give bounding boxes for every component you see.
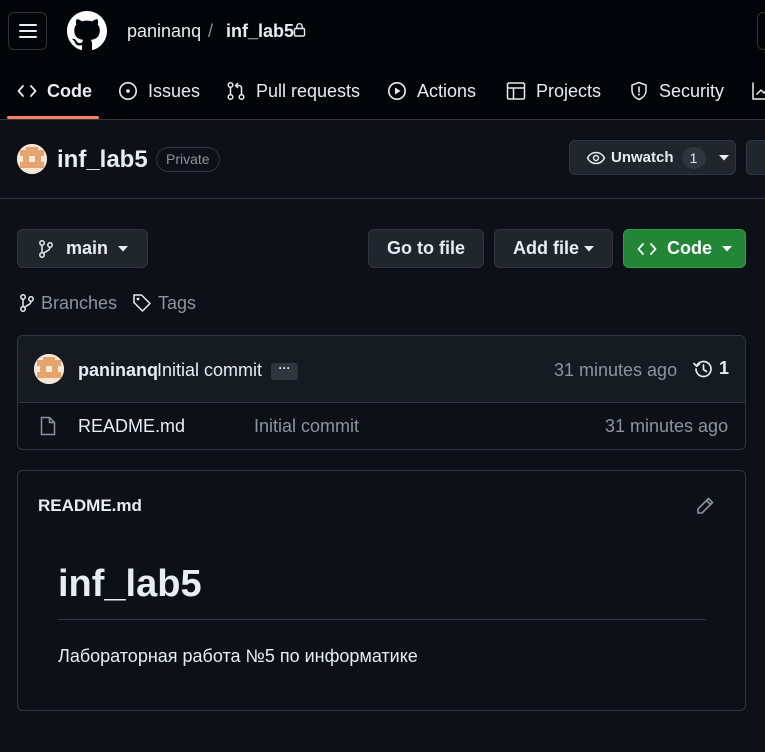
commit-author-link[interactable]: paninanq xyxy=(78,360,158,381)
table-row[interactable]: README.md Initial commit 31 minutes ago xyxy=(18,403,745,449)
chevron-down-icon xyxy=(722,245,732,251)
chevron-down-icon xyxy=(118,245,129,251)
tab-code[interactable]: Code xyxy=(17,76,92,106)
commit-message-link[interactable]: Initial commit xyxy=(157,360,262,381)
hamburger-icon xyxy=(18,24,37,38)
shield-icon xyxy=(631,81,647,101)
repo-title[interactable]: inf_lab5 xyxy=(57,146,148,174)
commit-count: 1 xyxy=(719,358,730,378)
readme-heading: inf_lab5 xyxy=(58,563,202,605)
breadcrumb-repo[interactable]: inf_lab5 xyxy=(226,20,294,42)
code-icon xyxy=(17,85,37,97)
tab-pull-requests[interactable]: Pull requests xyxy=(226,76,360,106)
git-branch-icon xyxy=(39,239,53,258)
readme-heading-rule xyxy=(58,619,706,620)
add-file-button[interactable]: Add file xyxy=(494,229,613,268)
identicon-icon xyxy=(17,144,47,174)
tab-insights[interactable] xyxy=(751,76,765,106)
active-tab-indicator xyxy=(7,116,99,119)
visibility-badge: Private xyxy=(156,147,220,172)
eye-icon xyxy=(586,151,606,164)
breadcrumb-separator: / xyxy=(208,21,214,41)
unwatch-button[interactable]: Unwatch 1 xyxy=(569,140,736,175)
watch-count-badge: 1 xyxy=(681,146,706,169)
app-header: paninanq / inf_lab5 Code Issues Pull req… xyxy=(0,0,765,120)
chevron-down-icon xyxy=(718,154,729,160)
tab-pull-requests-label: Pull requests xyxy=(256,80,361,101)
readme-filename[interactable]: README.md xyxy=(38,496,142,516)
issue-circle-icon xyxy=(119,82,137,100)
file-browser: paninanq Initial commit ··· 31 minutes a… xyxy=(17,335,746,450)
tab-code-label: Code xyxy=(47,80,92,101)
latest-commit-row: paninanq Initial commit ··· 31 minutes a… xyxy=(18,336,745,403)
play-circle-icon xyxy=(388,82,406,100)
tab-issues-label: Issues xyxy=(148,80,201,101)
commit-author-avatar[interactable] xyxy=(34,354,64,384)
tab-actions-label: Actions xyxy=(417,80,477,101)
go-to-file-label: Go to file xyxy=(387,238,465,258)
tab-actions[interactable]: Actions xyxy=(387,76,476,106)
file-icon xyxy=(40,416,56,436)
branches-label: Branches xyxy=(41,292,118,313)
header-action-button[interactable] xyxy=(757,12,765,50)
readme-paragraph: Лабораторная работа №5 по информатике xyxy=(58,646,418,666)
tab-security[interactable]: Security xyxy=(629,76,724,106)
file-commit-time: 31 minutes ago xyxy=(605,416,729,436)
code-button-label: Code xyxy=(667,238,712,258)
graph-icon xyxy=(752,82,765,100)
code-icon xyxy=(637,242,657,255)
file-name-link[interactable]: README.md xyxy=(78,416,185,437)
commit-time: 31 minutes ago xyxy=(554,360,678,380)
identicon-icon xyxy=(34,354,64,384)
table-icon xyxy=(506,82,526,100)
menu-button[interactable] xyxy=(8,12,47,50)
commit-expand-button[interactable]: ··· xyxy=(271,362,298,380)
section-divider xyxy=(0,198,765,199)
commit-history-link[interactable]: 1 xyxy=(692,358,729,379)
owner-avatar[interactable] xyxy=(17,144,47,174)
branch-name: main xyxy=(66,238,109,258)
add-file-label: Add file xyxy=(513,238,579,258)
github-logo-icon[interactable] xyxy=(67,11,107,51)
tag-icon xyxy=(133,294,151,312)
chevron-down-icon xyxy=(584,245,594,251)
readme-panel: README.md inf_lab5 Лабораторная работа №… xyxy=(17,470,746,711)
pull-request-icon xyxy=(227,81,245,101)
tab-projects[interactable]: Projects xyxy=(506,76,601,106)
history-icon xyxy=(693,360,712,377)
git-branch-icon xyxy=(20,294,34,312)
file-commit-message-link[interactable]: Initial commit xyxy=(254,416,359,437)
tab-projects-label: Projects xyxy=(536,80,602,101)
unwatch-label: Unwatch xyxy=(611,149,674,166)
lock-icon xyxy=(293,23,306,37)
tab-issues[interactable]: Issues xyxy=(118,76,200,106)
tags-label: Tags xyxy=(158,292,197,313)
branch-selector-button[interactable]: main xyxy=(17,229,148,268)
pencil-icon[interactable] xyxy=(695,496,715,516)
tab-security-label: Security xyxy=(659,80,725,101)
fork-button[interactable] xyxy=(746,140,765,175)
tags-link[interactable]: Tags xyxy=(132,292,196,314)
breadcrumb-owner[interactable]: paninanq xyxy=(127,20,201,42)
go-to-file-button[interactable]: Go to file xyxy=(368,229,484,268)
branches-link[interactable]: Branches xyxy=(19,292,117,314)
code-dropdown-button[interactable]: Code xyxy=(623,229,746,268)
